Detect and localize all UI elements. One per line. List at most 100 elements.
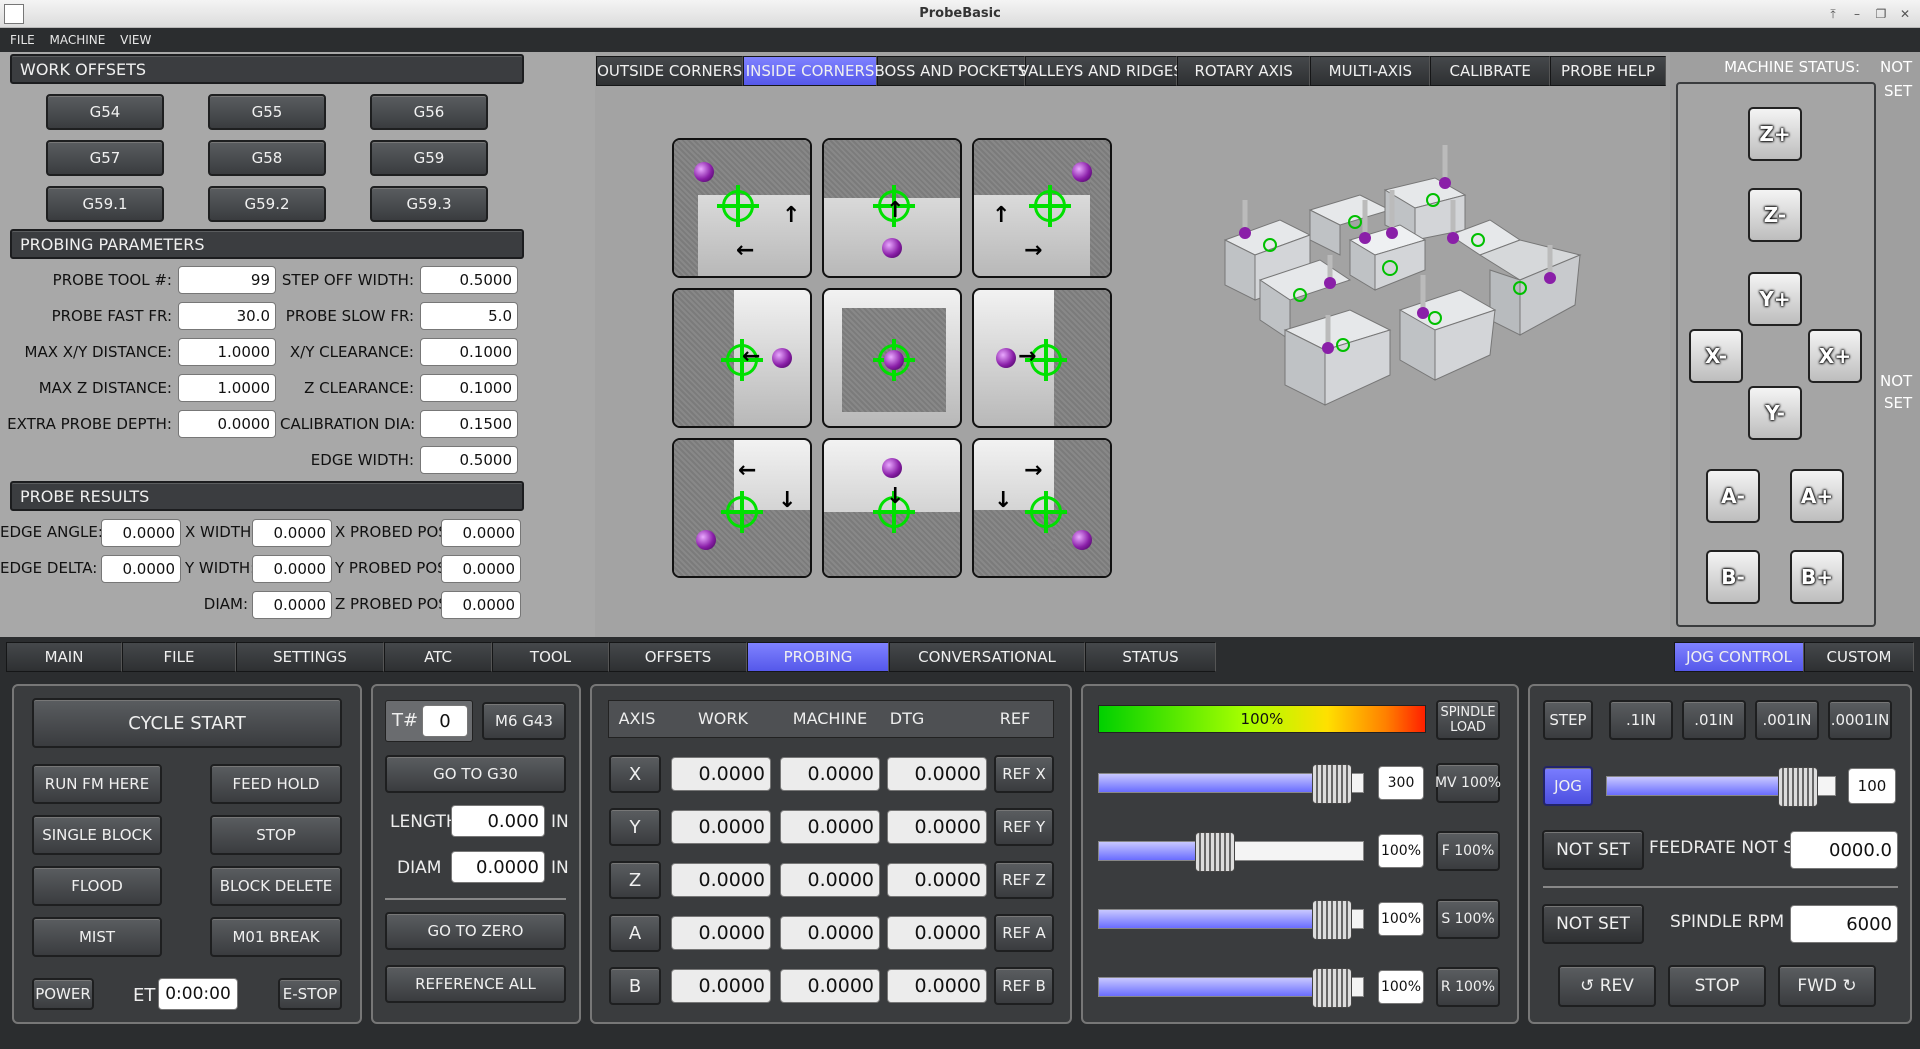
probe-tab-probe-help[interactable]: PROBE HELP [1550,56,1666,86]
probe-tile-pocket[interactable] [822,288,962,428]
probe-tile-edge-right[interactable]: → [972,288,1112,428]
z-probed-pos-field[interactable]: 0.0000 [441,591,521,619]
spindle-forward-button[interactable]: FWD ↻ [1778,965,1876,1007]
probe-tile-corner-bottom-left[interactable]: ← ↓ [672,438,812,578]
axis-z-button[interactable]: Z [609,861,661,899]
jog-speed-slider[interactable] [1606,767,1836,807]
cycle-start-button[interactable]: CYCLE START [32,698,342,748]
offset-g56-button[interactable]: G56 [370,94,488,130]
probe-tile-edge-left[interactable]: ← [672,288,812,428]
e-stop-button[interactable]: E-STOP [278,978,342,1010]
override-reset-r-100[interactable]: R 100% [1436,967,1500,1007]
jog-z-plus-button[interactable]: Z+ [1748,107,1802,161]
axis-y-button[interactable]: Y [609,808,661,846]
probe-tile-edge-bottom[interactable]: ↓ [822,438,962,578]
probe-tab-inside-corners[interactable]: INSIDE CORNERS [743,56,877,86]
m01-break-button[interactable]: M01 BREAK [210,917,342,957]
jog-y-plus-button[interactable]: Y+ [1748,272,1802,326]
step-off-width-field[interactable]: 0.5000 [420,266,518,294]
step-1in-button[interactable]: .1IN [1609,700,1673,740]
override-knob[interactable] [1312,764,1352,804]
step-button[interactable]: STEP [1543,700,1593,740]
max-z-distance-field[interactable]: 1.0000 [178,374,276,402]
go-to-zero-button[interactable]: GO TO ZERO [385,912,566,950]
edge-width-field[interactable]: 0.5000 [420,446,518,474]
ref-a-button[interactable]: REF A [994,914,1054,952]
probe-tab-rotary-axis[interactable]: ROTARY AXIS [1176,56,1311,86]
m6-g43-button[interactable]: M6 G43 [482,702,566,740]
spindle-rpm-field[interactable]: 6000 [1790,905,1898,943]
ref-x-button[interactable]: REF X [994,755,1054,793]
spindle-stop-button[interactable]: STOP [1668,965,1766,1007]
tool-number-field[interactable]: 0 [422,705,468,737]
spindle-not-set-button[interactable]: NOT SET [1542,904,1644,944]
offset-g57-button[interactable]: G57 [46,140,164,176]
feedrate-field[interactable]: 0000.0 [1790,831,1898,869]
main-tab-status[interactable]: STATUS [1085,642,1216,672]
probe-tab-valleys-and-ridges[interactable]: VALLEYS AND RIDGES [1019,56,1183,86]
jog-y-minus-button[interactable]: Y- [1748,386,1802,440]
feed-hold-button[interactable]: FEED HOLD [210,764,342,804]
ref-y-button[interactable]: REF Y [994,808,1054,846]
jog-mode-button[interactable]: JOG [1543,766,1593,806]
menu-view[interactable]: VIEW [120,28,151,52]
probe-tab-calibrate[interactable]: CALIBRATE [1430,56,1551,86]
x-probed-pos-field[interactable]: 0.0000 [441,519,521,547]
override-slider-3[interactable] [1098,968,1364,1008]
override-knob[interactable] [1312,900,1352,940]
reference-all-button[interactable]: REFERENCE ALL [385,965,566,1003]
flood-button[interactable]: FLOOD [32,866,162,906]
main-tab-probing[interactable]: PROBING [747,642,889,672]
go-to-g30-button[interactable]: GO TO G30 [385,755,566,793]
jog-speed-knob[interactable] [1778,767,1818,807]
main-tab-settings[interactable]: SETTINGS [236,642,384,672]
probe-tile-edge-top[interactable]: ↑ [822,138,962,278]
close-icon[interactable]: ✕ [1896,5,1914,23]
ref-z-button[interactable]: REF Z [994,861,1054,899]
minimize-icon[interactable]: – [1848,5,1866,23]
stop-button[interactable]: STOP [210,815,342,855]
offset-g58-button[interactable]: G58 [208,140,326,176]
calibration-dia-field[interactable]: 0.1500 [420,410,518,438]
offset-g59-2-button[interactable]: G59.2 [208,186,326,222]
ref-b-button[interactable]: REF B [994,967,1054,1005]
main-tab-atc[interactable]: ATC [384,642,492,672]
probe-slow-fr-field[interactable]: 5.0 [420,302,518,330]
x-width-field[interactable]: 0.0000 [252,519,332,547]
probe-tab-boss-and-pockets[interactable]: BOSS AND POCKETS [874,56,1027,86]
axis-b-button[interactable]: B [609,967,661,1005]
probe-tab-outside-corners[interactable]: OUTSIDE CORNERS [596,56,744,86]
axis-a-button[interactable]: A [609,914,661,952]
restore-icon[interactable]: ⤒ [1824,5,1842,23]
override-knob[interactable] [1195,832,1235,872]
probe-tile-corner-top-left[interactable]: ↑ ← [672,138,812,278]
spindle-reverse-button[interactable]: ↺ REV [1558,965,1656,1007]
right-tab-jog-control[interactable]: JOG CONTROL [1674,642,1804,672]
offset-g54-button[interactable]: G54 [46,94,164,130]
override-reset-s-100[interactable]: S 100% [1436,899,1500,939]
override-reset-f-100[interactable]: F 100% [1436,831,1500,871]
override-reset-mv-100[interactable]: MV 100% [1435,763,1501,803]
offset-g59-3-button[interactable]: G59.3 [370,186,488,222]
edge-delta-field[interactable]: 0.0000 [101,555,181,583]
axis-x-button[interactable]: X [609,755,661,793]
jog-z-minus-button[interactable]: Z- [1748,188,1802,242]
menu-machine[interactable]: MACHINE [50,28,106,52]
step-0001in-button[interactable]: .0001IN [1828,700,1892,740]
override-slider-0[interactable] [1098,764,1364,804]
right-tab-custom[interactable]: CUSTOM [1804,642,1914,672]
jog-a-plus-button[interactable]: A+ [1790,469,1844,523]
menu-file[interactable]: FILE [10,28,35,52]
main-tab-file[interactable]: FILE [122,642,236,672]
diam-field[interactable]: 0.0000 [252,591,332,619]
probe-tab-multi-axis[interactable]: MULTI-AXIS [1310,56,1431,86]
feedrate-not-set-button[interactable]: NOT SET [1542,830,1644,870]
override-slider-2[interactable] [1098,900,1364,940]
step-01in-button[interactable]: .01IN [1682,700,1746,740]
override-slider-1[interactable] [1098,832,1364,872]
probe-tool-field[interactable]: 99 [178,266,276,294]
mist-button[interactable]: MIST [32,917,162,957]
offset-g59-button[interactable]: G59 [370,140,488,176]
edge-angle-field[interactable]: 0.0000 [101,519,181,547]
override-knob[interactable] [1312,968,1352,1008]
